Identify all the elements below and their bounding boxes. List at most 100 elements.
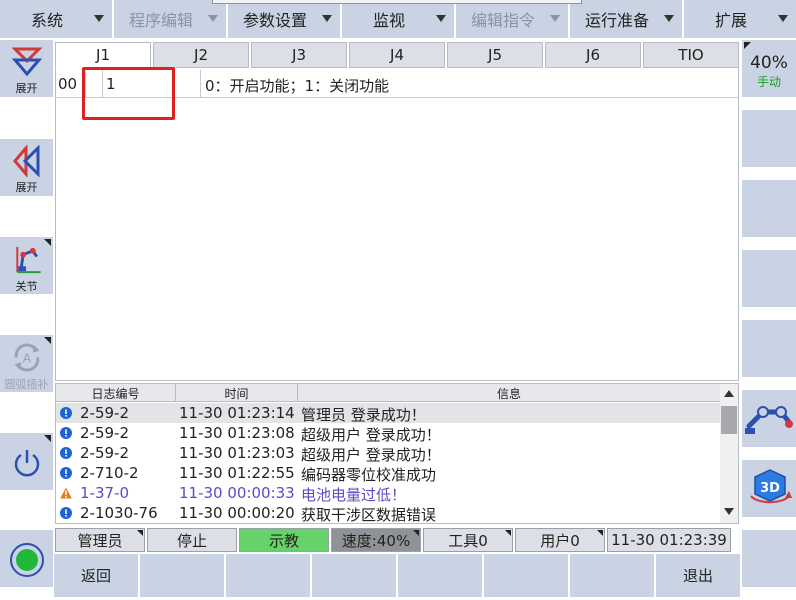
chevron-down-icon — [94, 15, 104, 22]
auto-rotate-icon: A — [13, 343, 40, 372]
softkey-6[interactable] — [484, 554, 568, 597]
scroll-down-icon[interactable] — [724, 508, 734, 515]
log-row[interactable]: 1-37-0 11-30 00:00:33 电池电量过低！ — [56, 483, 720, 504]
log-time: 11-30 00:00:33 — [179, 484, 295, 502]
softkey-7[interactable] — [570, 554, 654, 597]
speed-override-button[interactable]: 40% 手动 — [742, 40, 796, 97]
corner-indicator-icon — [44, 239, 51, 246]
log-message: 电池电量过低！ — [301, 486, 407, 504]
softkey-5[interactable] — [398, 554, 482, 597]
scroll-thumb[interactable] — [721, 406, 737, 434]
status-bar: 管理员 停止 示教 速度:40% 工具0 用户0 11-30 01:23:39 — [55, 528, 739, 552]
tab-j4[interactable]: J4 — [349, 42, 445, 68]
right-softkey-8[interactable] — [742, 530, 796, 587]
expand-left-button[interactable]: 展开 — [0, 139, 53, 196]
log-scrollbar[interactable] — [720, 384, 738, 523]
3d-cube-icon: 3D — [750, 469, 792, 504]
expand-down-label: 展开 — [15, 82, 38, 95]
tab-j5[interactable]: J5 — [447, 42, 543, 68]
svg-text:3D: 3D — [760, 481, 780, 496]
menu-run-prepare[interactable]: 运行准备 — [570, 0, 682, 38]
menu-edit-instruction-label: 编辑指令 — [470, 11, 535, 30]
log-time: 11-30 01:23:08 — [179, 424, 295, 442]
menu-system-label: 系统 — [30, 11, 63, 30]
menu-monitor[interactable]: 监视 — [342, 0, 454, 38]
coordinate-mode-label: 圆弧插补 — [4, 378, 49, 391]
servo-status-button[interactable] — [0, 530, 53, 587]
tab-j2[interactable]: J2 — [153, 42, 249, 68]
log-message: 编码器零位校准成功 — [301, 466, 437, 484]
log-code: 2-59-2 — [80, 444, 129, 462]
scroll-up-icon[interactable] — [724, 390, 734, 397]
softkey-4[interactable] — [312, 554, 396, 597]
expand-down-button[interactable]: 展开 — [0, 40, 53, 97]
highlight-annotation-box — [82, 67, 175, 120]
exit-button[interactable]: 退出 — [656, 554, 740, 597]
expand-left-label: 展开 — [15, 181, 38, 194]
speed-percent: 40% — [750, 53, 788, 73]
log-time: 11-30 00:00:20 — [179, 504, 295, 522]
joint-tabs: J1 J2 J3 J4 J5 J6 TIO — [55, 42, 739, 68]
log-code: 2-59-2 — [80, 404, 129, 422]
menu-monitor-label: 监视 — [372, 11, 405, 30]
chevron-down-icon — [436, 15, 446, 22]
info-icon — [60, 447, 72, 459]
right-softkey-5[interactable] — [742, 320, 796, 377]
menu-edit-instruction[interactable]: 编辑指令 — [456, 0, 568, 38]
column-divider — [200, 70, 201, 98]
info-icon — [60, 467, 72, 479]
user-coordinate-status[interactable]: 用户0 — [515, 528, 605, 552]
log-row[interactable]: 2-59-2 11-30 01:23:08 超级用户 登录成功！ — [56, 423, 720, 444]
chevron-down-icon — [778, 15, 788, 22]
back-button[interactable]: 返回 — [54, 554, 138, 597]
tab-tio[interactable]: TIO — [643, 42, 739, 68]
softkey-2[interactable] — [140, 554, 224, 597]
corner-indicator-icon — [44, 435, 51, 442]
log-row[interactable]: 2-1030-76 11-30 00:00:20 获取干涉区数据错误 — [56, 503, 720, 523]
parameter-description: 0：开启功能；1：关闭功能 — [205, 77, 390, 95]
softkey-3[interactable] — [226, 554, 310, 597]
menu-extension[interactable]: 扩展 — [684, 0, 796, 38]
user-role-status[interactable]: 管理员 — [55, 528, 145, 552]
log-code: 2-59-2 — [80, 424, 129, 442]
run-state-label: 停止 — [176, 531, 207, 550]
menu-system[interactable]: 系统 — [0, 0, 112, 38]
corner-indicator-icon — [505, 530, 511, 536]
log-row[interactable]: 2-710-2 11-30 01:22:55 编码器零位校准成功 — [56, 463, 720, 484]
green-status-light-icon — [9, 543, 44, 577]
power-button[interactable] — [0, 433, 53, 490]
log-header: 日志编号 时间 信息 — [56, 384, 720, 402]
corner-indicator-icon — [44, 337, 51, 344]
log-header-time: 时间 — [224, 387, 249, 401]
menu-parameter-settings[interactable]: 参数设置 — [228, 0, 340, 38]
teach-mode-label: 示教 — [268, 531, 299, 550]
left-sidebar: 展开 展开 关节 A 圆弧插补 — [0, 40, 54, 595]
menu-program-edit-label: 程序编辑 — [128, 11, 193, 30]
right-softkey-2[interactable] — [742, 110, 796, 167]
corner-indicator-icon — [137, 530, 143, 536]
log-row[interactable]: 2-59-2 11-30 01:23:14 管理员 登录成功！ — [56, 403, 720, 424]
teach-mode-status: 示教 — [239, 528, 329, 552]
power-icon — [14, 450, 39, 477]
speed-status[interactable]: 速度:40% — [331, 528, 421, 552]
tab-j6[interactable]: J6 — [545, 42, 641, 68]
menu-parameter-settings-label: 参数设置 — [242, 11, 307, 30]
right-softkey-3[interactable] — [742, 180, 796, 237]
joint-coordinate-button[interactable]: 关节 — [0, 237, 53, 294]
tab-j1[interactable]: J1 — [55, 42, 151, 68]
tool-label: 工具0 — [448, 531, 488, 550]
3d-view-button[interactable]: 3D — [742, 460, 796, 517]
robot-view-button[interactable] — [742, 390, 796, 447]
right-sidebar: 40% 手动 3D — [740, 40, 796, 595]
log-time: 11-30 01:22:55 — [179, 464, 295, 482]
tab-j3[interactable]: J3 — [251, 42, 347, 68]
coordinate-mode-button[interactable]: A 圆弧插补 — [0, 335, 53, 392]
warning-icon — [60, 487, 72, 499]
log-row[interactable]: 2-59-2 11-30 01:23:03 超级用户 登录成功！ — [56, 443, 720, 464]
log-table: 日志编号 时间 信息 2-59-2 11-30 01:23:14 管理员 登录成… — [55, 383, 739, 524]
tool-status[interactable]: 工具0 — [423, 528, 513, 552]
chevron-down-icon — [208, 15, 218, 22]
run-state-status: 停止 — [147, 528, 237, 552]
menu-program-edit[interactable]: 程序编辑 — [114, 0, 226, 38]
right-softkey-4[interactable] — [742, 250, 796, 307]
